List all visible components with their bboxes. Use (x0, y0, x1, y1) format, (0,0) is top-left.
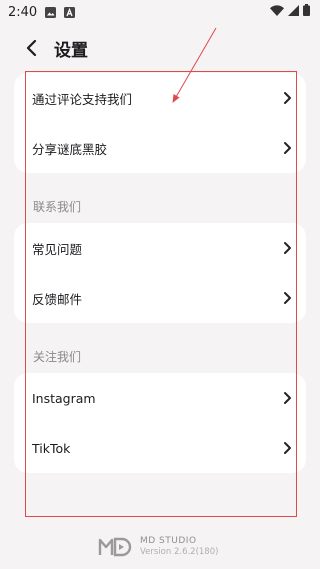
page-title: 设置 (54, 40, 88, 61)
tiktok-item[interactable]: TikTok (14, 423, 306, 473)
md-studio-logo-icon (98, 537, 132, 557)
share-app-label: 分享谜底黑胶 (32, 141, 108, 157)
share-app-item[interactable]: 分享谜底黑胶 (14, 123, 306, 173)
image-icon (45, 6, 57, 18)
back-button[interactable] (20, 36, 44, 60)
status-left: 2:40 (8, 4, 76, 20)
chevron-right-icon (284, 292, 291, 304)
chevron-right-icon (284, 142, 291, 154)
faq-label: 常见问题 (32, 241, 83, 257)
chevron-right-icon (284, 242, 291, 254)
footer: MD STUDIO Version 2.6.2(180) (98, 535, 218, 559)
status-time: 2:40 (8, 4, 38, 20)
instagram-item[interactable]: Instagram (14, 373, 306, 423)
rate-us-item[interactable]: 通过评论支持我们 (14, 73, 306, 123)
contact-section-header: 联系我们 (33, 200, 82, 214)
arrow-left-icon (26, 39, 37, 57)
signal-icon (288, 4, 299, 20)
wifi-icon (270, 4, 284, 20)
contact-card: 常见问题 反馈邮件 (14, 223, 306, 323)
instagram-label: Instagram (32, 390, 96, 406)
follow-card: Instagram TikTok (14, 373, 306, 473)
rate-us-label: 通过评论支持我们 (32, 91, 133, 107)
footer-brand: MD STUDIO (140, 536, 197, 546)
chevron-right-icon (284, 392, 291, 404)
chevron-right-icon (284, 92, 291, 104)
feedback-email-item[interactable]: 反馈邮件 (14, 273, 306, 323)
battery-icon (303, 4, 310, 20)
support-card: 通过评论支持我们 分享谜底黑胶 (14, 73, 306, 173)
chevron-right-icon (284, 442, 291, 454)
faq-item[interactable]: 常见问题 (14, 223, 306, 273)
a-icon (64, 6, 76, 18)
tiktok-label: TikTok (32, 440, 71, 456)
feedback-email-label: 反馈邮件 (32, 291, 83, 307)
status-bar: 2:40 (0, 0, 320, 24)
app-bar: 设置 (0, 28, 320, 68)
follow-section-header: 关注我们 (33, 350, 82, 364)
app-version: Version 2.6.2(180) (140, 547, 219, 557)
status-right (270, 4, 310, 20)
footer-text: MD STUDIO Version 2.6.2(180) (140, 536, 218, 558)
